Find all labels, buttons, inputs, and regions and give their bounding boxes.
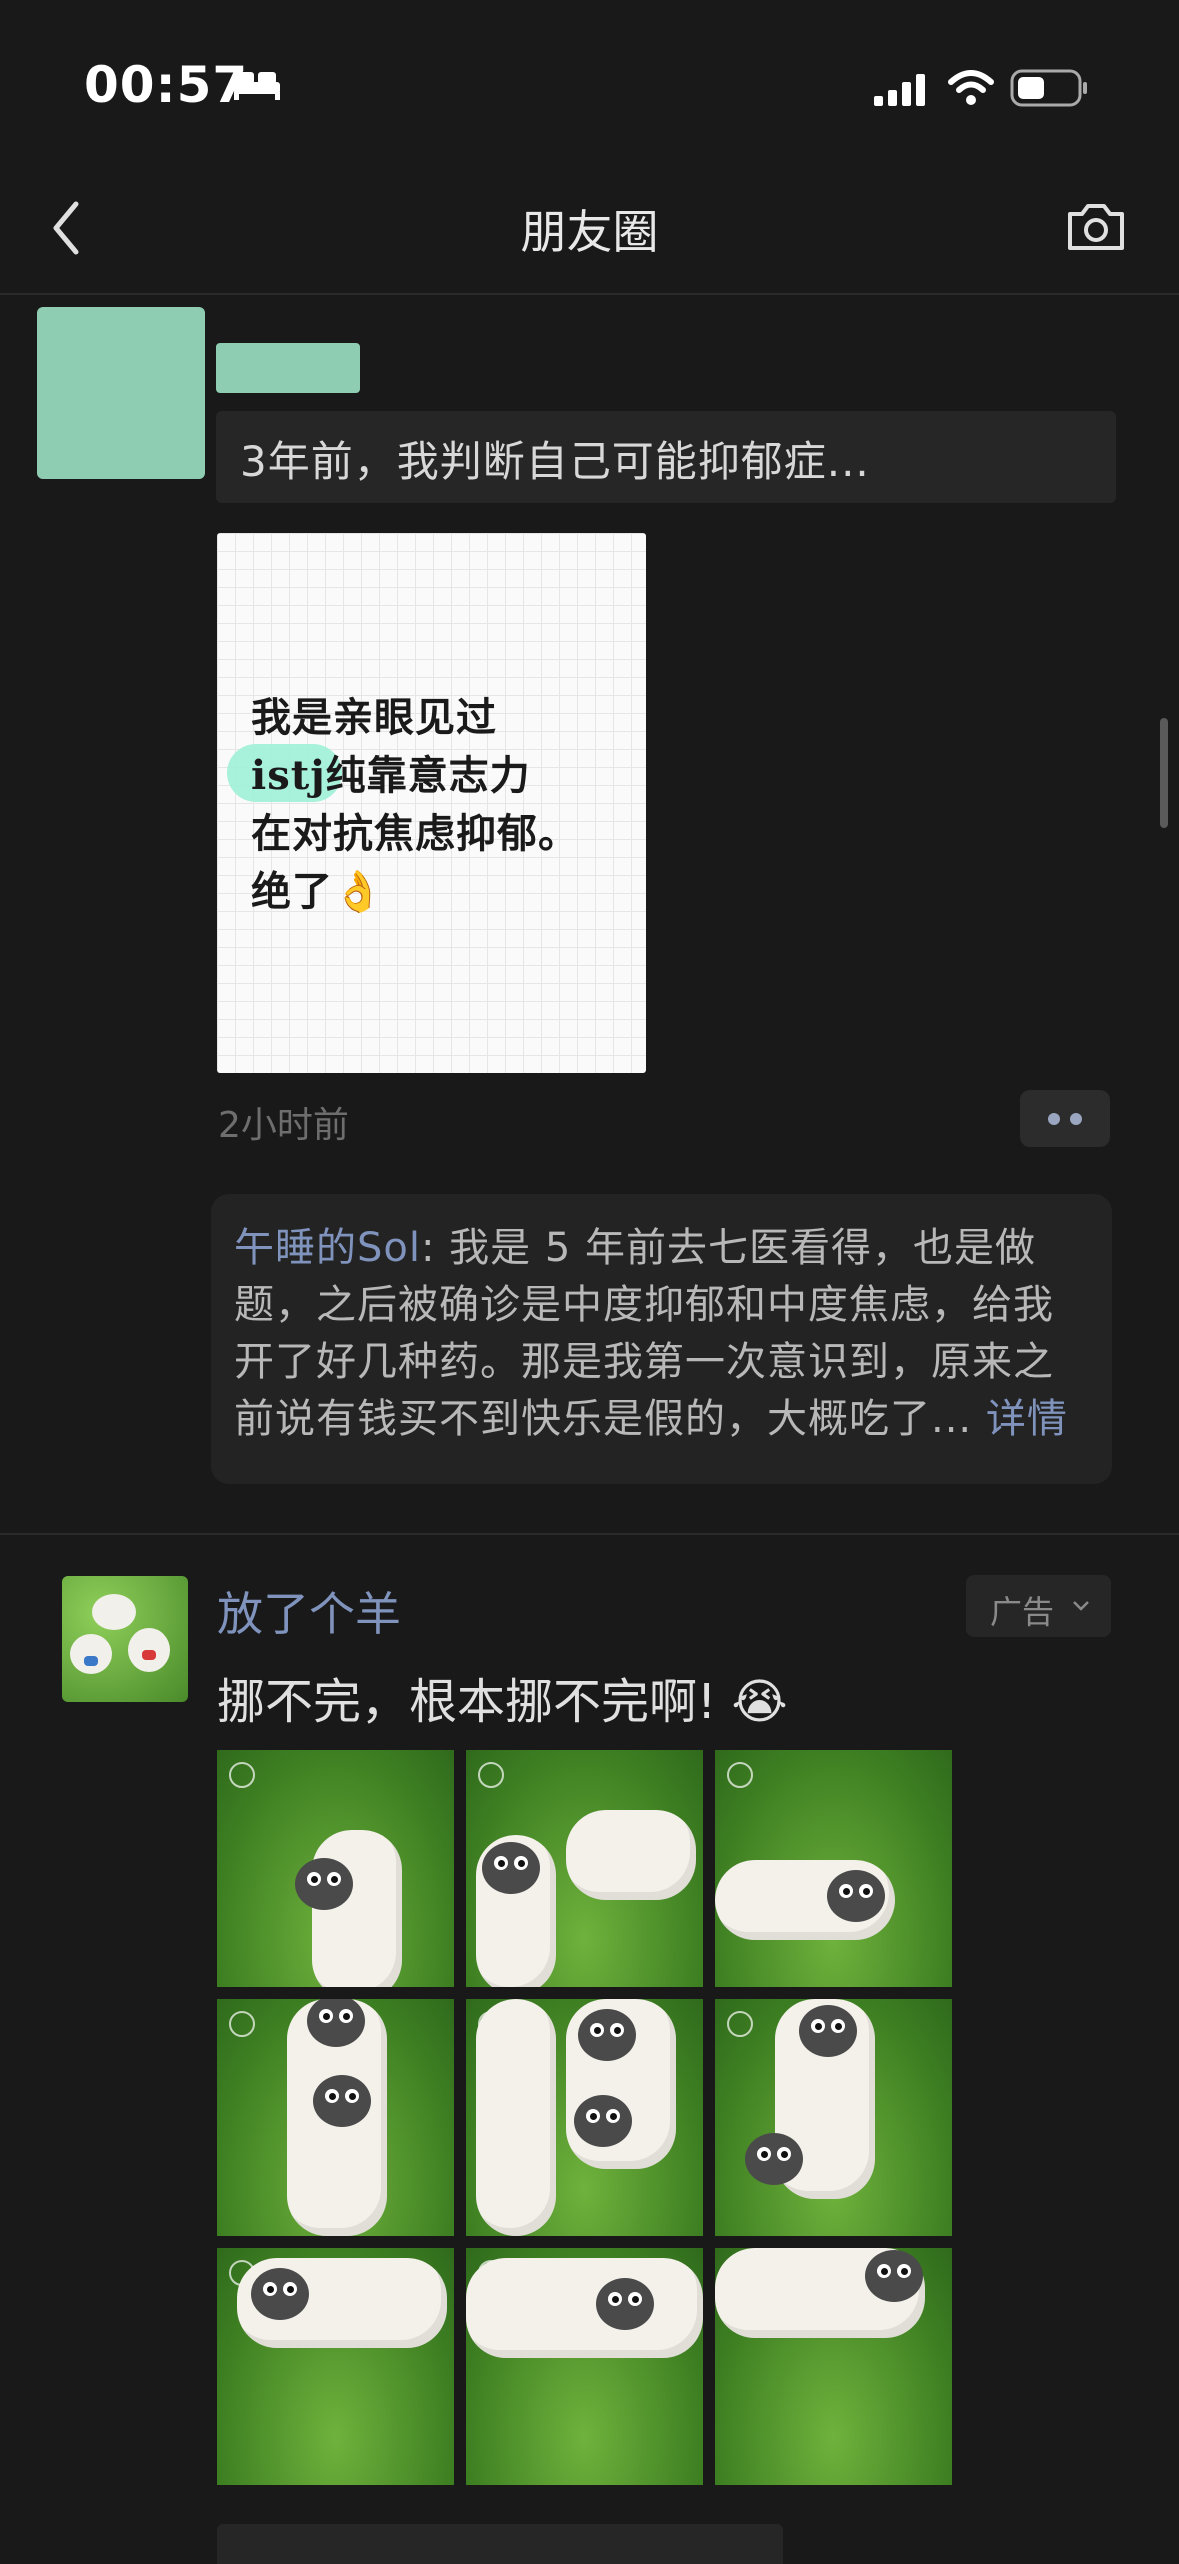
grid-image-3[interactable] (715, 1750, 952, 1987)
image-text-line: 在对抗焦虑抑郁。 (251, 810, 579, 857)
comment-author[interactable]: 午睡的Sol (234, 1225, 421, 1271)
grid-image-9[interactable] (715, 2248, 952, 2485)
mini-program-icon (727, 1762, 753, 1788)
post1-link-text: 3年前，我判断自己可能抑郁症... (240, 437, 870, 486)
post1-timestamp: 2小时前 (218, 1105, 349, 1146)
status-time: 00:57 (84, 56, 249, 114)
image-text-line: 我是亲眼见过 (251, 694, 497, 741)
mini-program-icon (478, 1762, 504, 1788)
mini-program-icon (229, 2011, 255, 2037)
bed-icon (234, 72, 280, 100)
mini-program-icon (727, 2011, 753, 2037)
scrollbar[interactable] (1160, 718, 1168, 828)
post2-caption: 挪不完，根本挪不完啊! 😭 (217, 1674, 788, 1730)
grid-image-7[interactable] (217, 2248, 454, 2485)
post1-author-name[interactable] (216, 343, 360, 393)
cellular-signal-icon (874, 74, 925, 106)
ad-badge[interactable]: 广告 (966, 1575, 1111, 1637)
chevron-down-icon (1073, 1601, 1089, 1611)
dot-icon (1070, 1113, 1082, 1125)
nav-divider (0, 293, 1179, 295)
comment-details-link[interactable]: 详情 (972, 1396, 1068, 1442)
battery-icon (1010, 69, 1087, 107)
page-title: 朋友圈 (520, 205, 659, 259)
post-divider (0, 1533, 1179, 1535)
comment-text: 午睡的Sol: 我是 5 年前去七医看得，也是做题，之后被确诊是中度抑郁和中度焦… (234, 1220, 1094, 1448)
ad-label: 广告 (990, 1593, 1055, 1631)
grid-image-1[interactable] (217, 1750, 454, 1987)
grid-image-2[interactable] (466, 1750, 703, 1987)
grid-image-5[interactable] (466, 1999, 703, 2236)
mini-program-icon (229, 1762, 255, 1788)
image-text-line: istj纯靠意志力 (251, 752, 531, 799)
grid-image-8[interactable] (466, 2248, 703, 2485)
image-grid (217, 1750, 952, 2485)
mini-program-card[interactable] (217, 2524, 783, 2564)
camera-icon[interactable] (1066, 200, 1126, 252)
grid-image-6[interactable] (715, 1999, 952, 2236)
post1-avatar[interactable] (37, 307, 205, 479)
grid-image-4[interactable] (217, 1999, 454, 2236)
wifi-icon (948, 70, 994, 105)
post2-author-name[interactable]: 放了个羊 (217, 1578, 401, 1644)
post1-image[interactable]: 我是亲眼见过 istj纯靠意志力 在对抗焦虑抑郁。 绝了👌 (217, 533, 646, 1073)
more-options-button[interactable] (1020, 1090, 1110, 1147)
image-text-line: 绝了👌 (251, 868, 384, 915)
dot-icon (1048, 1113, 1060, 1125)
post2-avatar[interactable] (62, 1576, 188, 1702)
